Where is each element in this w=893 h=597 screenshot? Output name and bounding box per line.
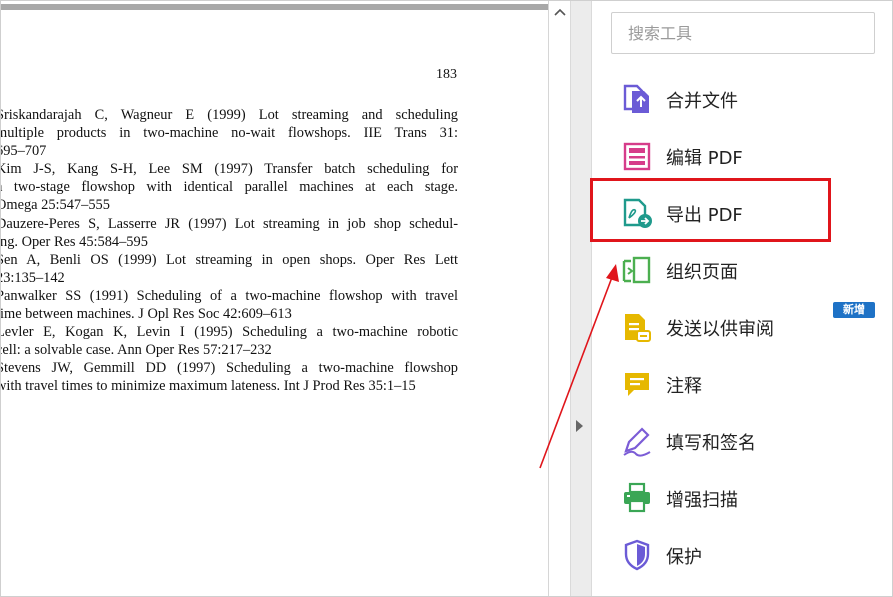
tool-organize-pages[interactable]: 组织页面 — [620, 251, 880, 291]
tool-label: 增强扫描 — [666, 490, 738, 511]
reference-line: multiple products in two-machine no-wait… — [0, 125, 458, 142]
tool-enhance-scan[interactable]: 增强扫描 — [620, 479, 880, 519]
reference-list: Sriskandarajah C, Wagneur E (1999) Lot s… — [0, 106, 458, 396]
page-number: 183 — [436, 67, 457, 82]
protect-icon — [624, 539, 650, 571]
reference-line: Dauzere-Peres S, Lasserre JR (1997) Lot … — [0, 215, 458, 232]
reference-line: Omega 25:547–555 — [0, 197, 110, 214]
tool-label: 合并文件 — [666, 91, 738, 112]
reference-line: with travel times to minimize maximum la… — [0, 378, 416, 395]
reference-line: Stevens JW, Gemmill DD (1997) Scheduling… — [0, 360, 458, 377]
tool-label: 组织页面 — [666, 262, 738, 283]
reference-line: Kim J-S, Kang S-H, Lee SM (1997) Transfe… — [0, 161, 458, 178]
combine-files-icon — [623, 84, 649, 113]
page-top-edge — [0, 4, 548, 10]
tool-label: 编辑 PDF — [666, 148, 743, 169]
tools-panel: 合并文件 编辑 PDF 导出 PDF 组织页面 — [592, 0, 893, 597]
edit-pdf-icon — [623, 142, 651, 171]
enhance-scan-icon — [624, 482, 650, 513]
tool-combine-files[interactable]: 合并文件 — [620, 80, 880, 120]
reference-line: Sen A, Benli OS (1999) Lot streaming in … — [0, 251, 458, 268]
tool-label: 填写和签名 — [666, 433, 756, 454]
tool-label: 注释 — [666, 376, 702, 397]
annotation-arrow-icon — [539, 264, 619, 469]
tool-edit-pdf[interactable]: 编辑 PDF — [620, 137, 880, 177]
reference-line: Levler E, Kogan K, Levin I (1995) Schedu… — [0, 324, 458, 341]
tool-protect[interactable]: 保护 — [620, 536, 880, 576]
reference-line: 23:135–142 — [0, 269, 65, 286]
reference-line: a two-stage flowshop with identical para… — [0, 179, 458, 196]
document-viewer[interactable]: 183 Sriskandarajah C, Wagneur E (1999) L… — [0, 0, 548, 597]
tool-label: 发送以供审阅 — [666, 319, 774, 340]
reference-line: cell: a solvable case. Ann Oper Res 57:2… — [0, 342, 272, 359]
reference-line: ing. Oper Res 45:584–595 — [0, 233, 148, 250]
tool-comment[interactable]: 注释 — [620, 365, 880, 405]
highlight-box — [590, 178, 831, 242]
tool-fill-sign[interactable]: 填写和签名 — [620, 422, 880, 462]
reference-line: Panwalker SS (1991) Scheduling of a two-… — [0, 287, 458, 304]
scroll-up-icon[interactable] — [553, 6, 567, 18]
search-tools-input[interactable] — [611, 12, 875, 54]
reference-line: 695–707 — [0, 143, 47, 160]
new-badge: 新增 — [833, 302, 875, 318]
reference-line: Sriskandarajah C, Wagneur E (1999) Lot s… — [0, 107, 458, 123]
tool-label: 保护 — [666, 547, 702, 568]
reference-line: time between machines. J Opl Res Soc 42:… — [0, 306, 292, 323]
